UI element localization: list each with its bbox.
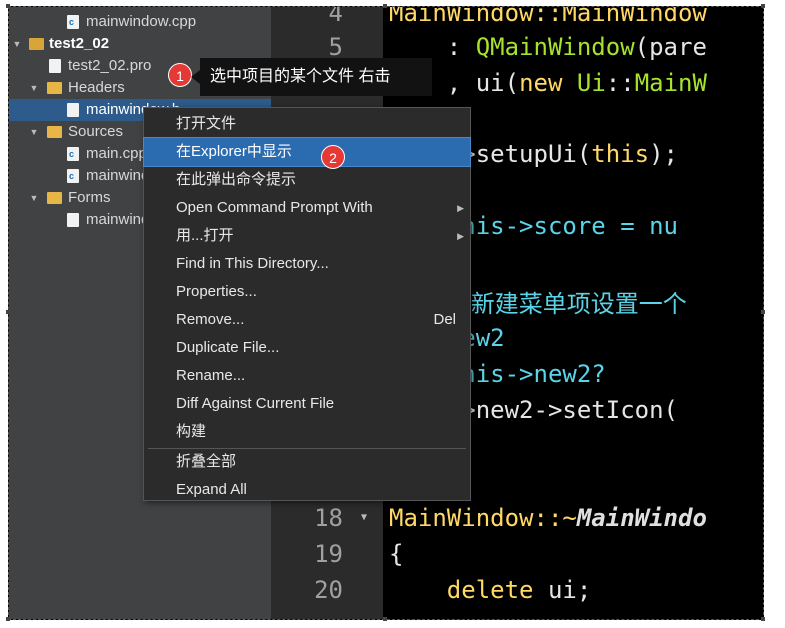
frame-handle [6,617,10,621]
code-token: (pare [634,33,707,61]
folder-icon [47,126,62,138]
tree-item-project[interactable]: ▼ test2_02 [9,33,271,55]
menu-item-label: Properties... [176,283,257,300]
tree-item-label: mainwindow.cpp [86,13,197,30]
code-token: MainWindow::~ [389,504,577,532]
context-menu[interactable]: 打开文件 在Explorer中显示 在此弹出命令提示 Open Command … [143,107,471,501]
code-token: MainWindo [576,504,707,532]
menu-item-label: 打开文件 [176,115,237,132]
menu-item-open-file[interactable]: 打开文件 [144,110,470,138]
line-number: 18 [314,504,343,532]
code-line: : QMainWindow(pare [389,33,707,61]
menu-item-label: 在此弹出命令提示 [176,171,297,188]
menu-item-properties[interactable]: Properties... [144,278,470,306]
menu-item-show-in-explorer[interactable]: 在Explorer中显示 [143,137,471,167]
frame-handle [383,4,387,8]
submenu-arrow-icon: ▶ [457,231,464,241]
menu-item-shortcut: Del [433,311,456,328]
expand-arrow-icon[interactable]: ▼ [29,121,39,143]
folder-icon [47,192,62,204]
menu-item-label: 用...打开 [176,227,234,244]
code-line: { [389,540,404,568]
line-number: 19 [314,540,343,568]
menu-item-label: Rename... [176,367,246,384]
code-token: new [519,69,563,97]
submenu-arrow-icon: ▶ [457,203,464,213]
tree-item-label: Sources [68,123,124,140]
tree-item-label: test2_02.pro [68,57,152,74]
cpp-file-icon [67,143,79,165]
menu-item-expand-all[interactable]: Expand All [144,476,470,504]
annotation-callout: 选中项目的某个文件 右击 [191,58,432,96]
menu-item-collapse-all[interactable]: 折叠全部 [144,448,470,476]
code-token: ( [504,69,520,97]
frame-handle [761,310,765,314]
line-number: 5 [328,33,343,61]
header-file-icon [67,103,79,117]
menu-item-label: Find in This Directory... [176,255,329,272]
code-token: QMainWindow [475,33,635,61]
code-token: ui [475,69,505,97]
code-token: : [389,33,476,61]
code-token: delete [446,576,534,604]
pro-file-icon [49,59,61,73]
menu-item-remove[interactable]: Remove... Del [144,306,470,334]
cpp-file-icon [67,165,79,187]
project-folder-icon [29,38,44,50]
menu-item-rename[interactable]: Rename... [144,362,470,390]
expand-arrow-icon[interactable]: ▼ [12,33,22,55]
step-badge-2: 2 [321,145,345,169]
step-badge-1: 1 [168,63,192,87]
menu-item-label: Open Command Prompt With [176,199,373,216]
menu-item-duplicate-file[interactable]: Duplicate File... [144,334,470,362]
frame-handle [761,4,765,8]
code-line: MainWindow::~MainWindo [389,504,707,532]
menu-item-build[interactable]: 构建 [144,418,470,446]
tree-item-label: Forms [68,189,111,206]
code-token: MainW [634,69,707,97]
menu-item-open-with[interactable]: 用...打开 ▶ [144,222,470,250]
menu-item-label: Expand All [176,481,247,498]
frame-handle [6,4,10,8]
menu-item-diff-against-current[interactable]: Diff Against Current File [144,390,470,418]
frame-handle [761,617,765,621]
menu-item-label: 折叠全部 [176,453,237,470]
code-line: , ui(new Ui::MainW [389,69,707,97]
folder-icon [47,82,62,94]
ui-file-icon [67,213,79,227]
line-number: 20 [314,576,343,604]
menu-item-label: Diff Against Current File [176,395,335,412]
expand-arrow-icon[interactable]: ▼ [29,187,39,209]
menu-item-label: 在Explorer中显示 [176,143,292,160]
code-token: ); [649,140,678,168]
frame-handle [6,310,10,314]
code-line: MainWindow::MainWindow [389,7,707,27]
tree-item-mainwindow-cpp-top[interactable]: mainwindow.cpp [9,11,271,33]
code-token: ui; [533,576,592,604]
line-number: 4 [328,6,343,27]
frame-handle [383,617,387,621]
tree-item-label: Headers [68,79,125,96]
tree-item-label: main.cpp [86,145,147,162]
tree-item-label: test2_02 [49,35,110,52]
code-token: this [591,140,650,168]
fold-arrow-icon[interactable]: ▼ [361,512,367,523]
code-line: delete ui; [389,576,592,604]
menu-item-open-command-prompt-here[interactable]: 在此弹出命令提示 [144,166,470,194]
menu-item-label: Remove... [176,311,245,328]
menu-item-label: 构建 [176,423,207,440]
code-token: :: [605,69,635,97]
menu-item-find-in-directory[interactable]: Find in This Directory... [144,250,470,278]
code-token: Ui [562,69,606,97]
menu-item-open-command-prompt-with[interactable]: Open Command Prompt With ▶ [144,194,470,222]
expand-arrow-icon[interactable]: ▼ [29,77,39,99]
cpp-file-icon [67,11,79,33]
menu-item-label: Duplicate File... [176,339,280,356]
